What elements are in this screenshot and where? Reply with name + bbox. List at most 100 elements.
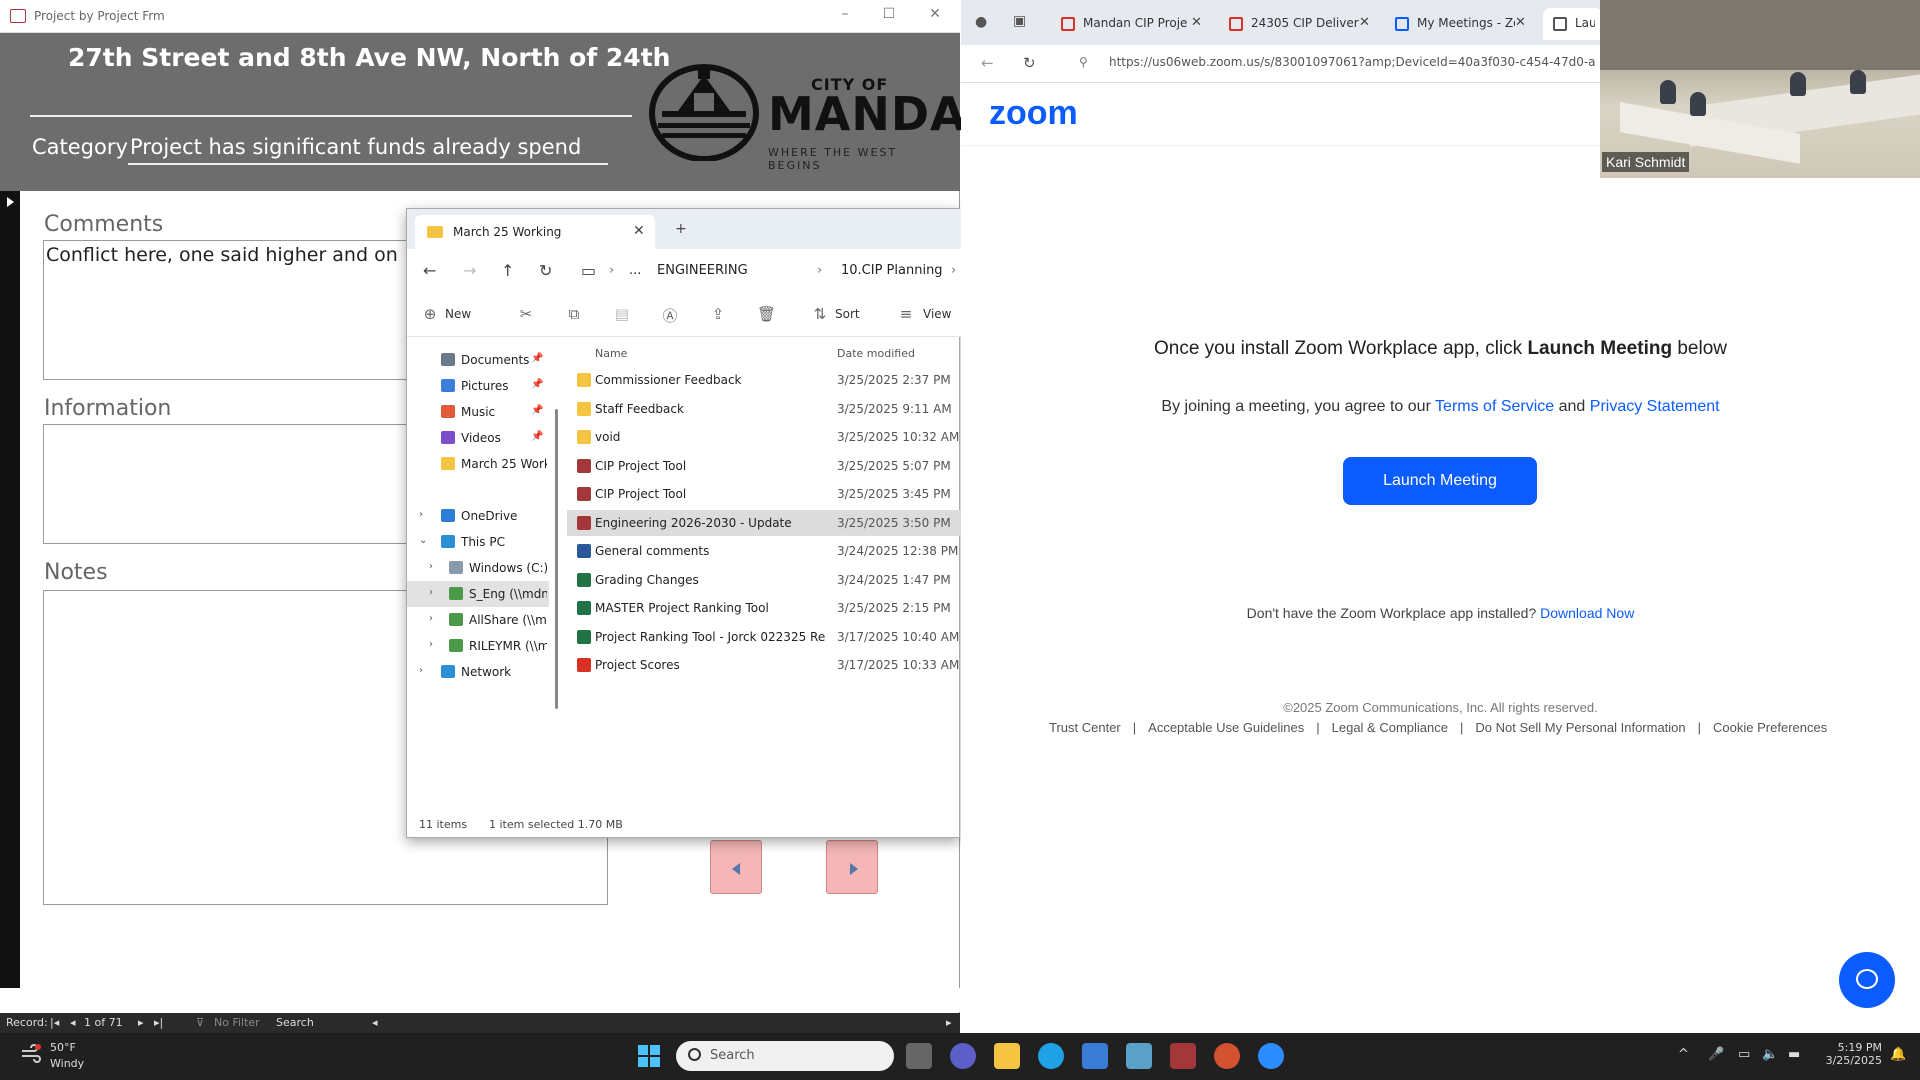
download-now-link[interactable]: Download Now — [1540, 605, 1634, 621]
chevron-icon[interactable]: › — [429, 587, 433, 598]
chevron-icon[interactable]: › — [419, 665, 423, 676]
chevron-icon[interactable]: ⌄ — [419, 535, 427, 546]
network-icon[interactable]: ▭ — [1738, 1047, 1750, 1062]
close-button[interactable]: ✕ — [920, 6, 950, 26]
show-hidden-icons-icon[interactable]: ^ — [1678, 1047, 1689, 1062]
file-row[interactable]: MASTER Project Ranking Tool 3/25/2025 2:1… — [567, 595, 961, 621]
back-arrow-icon[interactable]: ← — [423, 261, 436, 280]
sort-button[interactable]: Sort — [835, 307, 860, 321]
up-arrow-icon[interactable]: ↑ — [501, 261, 514, 280]
notification-icon[interactable]: 🔔 — [1890, 1047, 1906, 1062]
explorer-tab[interactable]: March 25 Working ✕ — [415, 215, 655, 249]
navpane-scrollbar[interactable] — [555, 409, 558, 709]
cut-icon[interactable]: ✂ — [517, 305, 535, 323]
new-button[interactable]: New — [445, 307, 471, 321]
record-search-input[interactable]: Search — [276, 1016, 314, 1029]
powerpoint-icon[interactable] — [1214, 1043, 1240, 1069]
nav-item[interactable]: › S_Eng (\\mdn — [407, 581, 549, 607]
privacy-statement-link[interactable]: Privacy Statement — [1590, 398, 1720, 415]
sort-icon[interactable]: ⇅ — [811, 305, 829, 323]
previous-record-button[interactable] — [710, 840, 762, 894]
file-row[interactable]: Commissioner Feedback 3/25/2025 2:37 PM — [567, 367, 961, 393]
new-icon[interactable]: ⊕ — [421, 305, 439, 323]
minimize-button[interactable]: – — [830, 6, 860, 26]
teams-icon[interactable] — [950, 1043, 976, 1069]
filter-status[interactable]: No Filter — [214, 1016, 260, 1029]
paste-icon[interactable]: ▤ — [613, 305, 631, 323]
file-row[interactable]: CIP Project Tool 3/25/2025 5:07 PM — [567, 453, 961, 479]
browser-tab[interactable]: Laun — [1543, 8, 1603, 40]
close-tab-icon[interactable]: ✕ — [1359, 15, 1370, 30]
refresh-icon[interactable]: ↻ — [539, 261, 552, 280]
nav-item[interactable]: March 25 Worki — [407, 451, 549, 477]
nav-item[interactable]: › Network — [407, 659, 549, 685]
browser-tab[interactable]: 24305 CIP Delivera ✕ — [1219, 8, 1379, 40]
footer-link[interactable]: Acceptable Use Guidelines — [1148, 720, 1304, 735]
tab-actions-icon[interactable]: ▣ — [1013, 13, 1026, 29]
share-icon[interactable]: ⇪ — [709, 305, 727, 323]
pc-icon[interactable]: ▭ — [581, 261, 596, 280]
file-row[interactable]: Project Scores 3/17/2025 10:33 AM — [567, 652, 961, 678]
copy-icon[interactable]: ⧉ — [565, 305, 583, 323]
delete-icon[interactable]: 🗑 — [757, 305, 776, 323]
breadcrumb-ellipsis[interactable]: ... — [629, 263, 641, 278]
zoom-icon[interactable] — [1258, 1043, 1284, 1069]
close-tab-icon[interactable]: ✕ — [633, 223, 645, 239]
file-row[interactable]: Staff Feedback 3/25/2025 9:11 AM — [567, 396, 961, 422]
scroll-left-icon[interactable]: ◂ — [372, 1016, 378, 1029]
prev-record-nav-button[interactable]: ◂ — [70, 1016, 76, 1029]
date-column-header[interactable]: Date modified — [837, 347, 915, 360]
site-info-icon[interactable]: ⚲ — [1079, 55, 1088, 69]
nav-item[interactable]: Music 📌 — [407, 399, 549, 425]
browser-tab[interactable]: Mandan CIP Proje ✕ — [1051, 8, 1211, 40]
new-tab-button[interactable]: + — [675, 221, 687, 237]
zoom-logo[interactable]: zoom — [989, 94, 1078, 133]
file-row[interactable]: Project Ranking Tool - Jorck 022325 Reco… — [567, 624, 961, 650]
store-icon[interactable] — [1082, 1043, 1108, 1069]
remote-desktop-icon[interactable] — [1126, 1043, 1152, 1069]
file-row[interactable]: Grading Changes 3/24/2025 1:47 PM — [567, 567, 961, 593]
nav-item[interactable]: Documents 📌 — [407, 347, 549, 373]
breadcrumb-engineering[interactable]: ENGINEERING — [657, 263, 748, 278]
start-button[interactable] — [636, 1043, 662, 1069]
close-tab-icon[interactable]: ✕ — [1191, 15, 1202, 30]
nav-item[interactable]: › OneDrive — [407, 503, 549, 529]
chevron-icon[interactable]: › — [429, 613, 433, 624]
back-arrow-icon[interactable]: ← — [981, 54, 994, 72]
footer-link[interactable]: Cookie Preferences — [1713, 720, 1827, 735]
record-position[interactable]: 1 of 71 — [84, 1016, 123, 1029]
category-field[interactable]: Project has significant funds already sp… — [128, 135, 608, 165]
scroll-right-icon[interactable]: ▸ — [946, 1016, 952, 1029]
nav-item[interactable]: ⌄ This PC — [407, 529, 549, 555]
participant-video-tile[interactable]: Kari Schmidt — [1600, 0, 1920, 178]
file-row[interactable]: General comments 3/24/2025 12:38 PM — [567, 538, 961, 564]
footer-link[interactable]: Legal & Compliance — [1332, 720, 1448, 735]
terms-of-service-link[interactable]: Terms of Service — [1435, 398, 1554, 415]
rename-icon[interactable]: Ⓐ — [661, 305, 679, 325]
chevron-icon[interactable]: › — [429, 639, 433, 650]
microphone-icon[interactable]: 🎤 — [1708, 1047, 1724, 1062]
launch-meeting-button[interactable]: Launch Meeting — [1343, 457, 1537, 505]
weather-condition[interactable]: Windy — [50, 1057, 84, 1070]
footer-link[interactable]: Do Not Sell My Personal Information — [1475, 720, 1685, 735]
forward-arrow-icon[interactable]: → — [463, 261, 476, 280]
profile-icon[interactable]: ● — [975, 14, 987, 30]
taskbar-clock[interactable]: 5:19 PM 3/25/2025 — [1818, 1041, 1882, 1067]
maximize-button[interactable]: ☐ — [874, 6, 904, 26]
file-explorer-icon[interactable] — [994, 1043, 1020, 1069]
record-selector-bar[interactable] — [0, 191, 20, 988]
task-view-icon[interactable] — [906, 1043, 932, 1069]
chevron-icon[interactable]: › — [419, 509, 423, 520]
name-column-header[interactable]: Name — [595, 347, 627, 360]
footer-link[interactable]: Trust Center — [1049, 720, 1121, 735]
view-button[interactable]: View — [923, 307, 951, 321]
chevron-icon[interactable]: › — [429, 561, 433, 572]
file-row[interactable]: void 3/25/2025 10:32 AM — [567, 424, 961, 450]
file-row[interactable]: CIP Project Tool 3/25/2025 3:45 PM — [567, 481, 961, 507]
file-row[interactable]: Engineering 2026-2030 - Update 3/25/2025 … — [567, 509, 961, 536]
weather-temp[interactable]: 50°F — [50, 1041, 76, 1054]
next-record-nav-button[interactable]: ▸ — [138, 1016, 144, 1029]
first-record-button[interactable]: |◂ — [50, 1016, 59, 1029]
url-field[interactable]: https://us06web.zoom.us/s/83001097061?am… — [1109, 55, 1596, 69]
edge-icon[interactable] — [1038, 1043, 1064, 1069]
